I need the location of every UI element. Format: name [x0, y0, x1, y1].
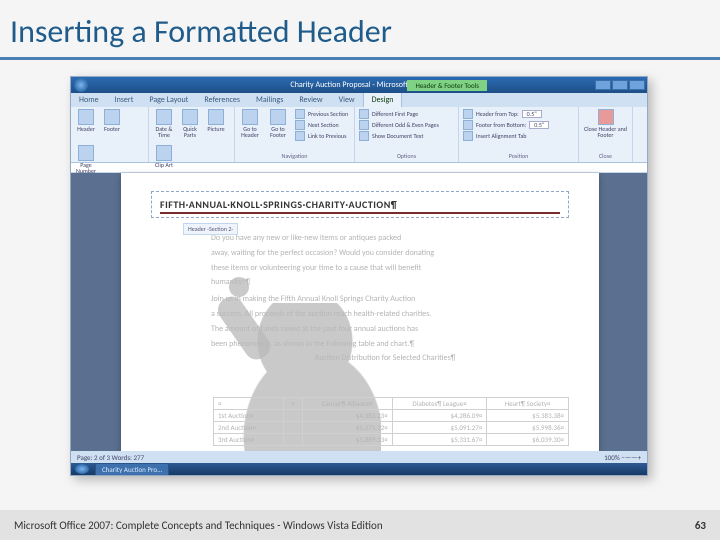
link-previous-button[interactable]: Link to Previous — [295, 131, 348, 141]
footer-text: Microsoft Office 2007: Complete Concepts… — [14, 519, 383, 532]
window-titlebar: Charity Auction Proposal - Microsoft Wor… — [71, 77, 647, 93]
previous-section-button[interactable]: Previous Section — [295, 109, 348, 119]
table-row: 1st Auction¤$4,383.23¤$4,286.09¤$5,383.3… — [214, 410, 569, 422]
header-section-tag: Header -Section 2- — [183, 223, 238, 235]
goto-header-icon — [242, 109, 258, 125]
date-time-button[interactable]: Date & Time — [153, 109, 175, 141]
group-options: Different First Page Different Odd & Eve… — [355, 107, 459, 162]
group-navigation: Go to Header Go to Footer Previous Secti… — [235, 107, 355, 162]
document-area[interactable]: FIFTH·ANNUAL·KNOLL·SPRINGS·CHARITY·AUCTI… — [71, 173, 647, 465]
tab-page-layout[interactable]: Page Layout — [141, 93, 196, 107]
checkbox-icon — [359, 131, 369, 141]
group-close: Close Header and Footer Close — [579, 107, 633, 162]
vista-taskbar: Charity Auction Pro... — [71, 463, 647, 475]
minimize-button[interactable] — [595, 80, 611, 90]
spacing-icon — [463, 109, 473, 119]
word-screenshot: Charity Auction Proposal - Microsoft Wor… — [70, 76, 648, 476]
body-line: these items or volunteering your time to… — [211, 262, 559, 275]
diff-first-page-check[interactable]: Different First Page — [359, 109, 454, 119]
picture-button[interactable]: Picture — [205, 109, 227, 141]
table-header: Heart¶ Society¤ — [487, 398, 569, 410]
taskbar-button[interactable]: Charity Auction Pro... — [95, 463, 169, 476]
spacing-icon — [463, 120, 473, 130]
body-line: away, waiting for the perfect occasion? … — [211, 247, 559, 260]
next-section-button[interactable]: Next Section — [295, 120, 348, 130]
tab-review[interactable]: Review — [291, 93, 330, 107]
show-doc-text-check[interactable]: Show Document Text — [359, 131, 454, 141]
clip-art-icon — [156, 145, 172, 161]
group-position: Header from Top:0.5" Footer from Bottom:… — [459, 107, 579, 162]
goto-footer-icon — [270, 109, 286, 125]
tab-references[interactable]: References — [196, 93, 248, 107]
slide-title: Inserting a Formatted Header — [0, 0, 720, 60]
maximize-button[interactable] — [612, 80, 628, 90]
page: FIFTH·ANNUAL·KNOLL·SPRINGS·CHARITY·AUCTI… — [121, 173, 599, 473]
table-row: 2nd Auction¤$5,271.12¤$5,091.27¤$5,998.3… — [214, 422, 569, 434]
tab-home[interactable]: Home — [71, 93, 107, 107]
slide-footer: Microsoft Office 2007: Complete Concepts… — [0, 510, 720, 540]
watermark-fist — [229, 277, 249, 297]
footer-button[interactable]: Footer — [101, 109, 123, 141]
auction-table: ¤ ¤ Cancer¶ Alliance¤ Diabetes¶ League¤ … — [213, 397, 569, 446]
tab-design[interactable]: Design — [363, 92, 403, 107]
prev-icon — [295, 109, 305, 119]
ribbon-tab-strip: Home Insert Page Layout References Maili… — [71, 93, 647, 107]
table-header: Cancer¶ Alliance¤ — [302, 398, 392, 410]
tab-view[interactable]: View — [331, 93, 363, 107]
close-button[interactable] — [629, 80, 645, 90]
page-number-icon — [78, 145, 94, 161]
tab-insert[interactable]: Insert — [107, 93, 142, 107]
ribbon: Header Footer Page Number Header & Foote… — [71, 107, 647, 163]
checkbox-icon — [359, 120, 369, 130]
start-button[interactable] — [75, 464, 89, 474]
goto-footer-button[interactable]: Go to Footer — [267, 109, 289, 141]
status-left: Page: 2 of 3 Words: 277 — [77, 453, 144, 462]
table-header: ¤ — [284, 398, 303, 410]
next-icon — [295, 120, 305, 130]
table-header-row: ¤ ¤ Cancer¶ Alliance¤ Diabetes¶ League¤ … — [214, 398, 569, 410]
group-header-footer: Header Footer Page Number Header & Foote… — [71, 107, 149, 162]
footer-icon — [104, 109, 120, 125]
slide-page-number: 63 — [695, 519, 706, 532]
goto-header-button[interactable]: Go to Header — [239, 109, 261, 141]
insert-alignment-tab[interactable]: Insert Alignment Tab — [463, 131, 574, 141]
status-bar: Page: 2 of 3 Words: 277 100% –——+ — [71, 451, 647, 463]
header-button[interactable]: Header — [75, 109, 97, 141]
body-line: humanity?¶ — [211, 276, 559, 289]
window-buttons — [595, 80, 645, 90]
body-line: Do you have any new or like-new items or… — [211, 232, 559, 245]
status-right[interactable]: 100% –——+ — [604, 453, 641, 462]
close-header-footer-button[interactable]: Close Header and Footer — [583, 109, 628, 141]
tab-icon — [463, 131, 473, 141]
header-icon — [78, 109, 94, 125]
footer-from-bottom[interactable]: Footer from Bottom:0.5" — [463, 120, 574, 130]
header-edit-box[interactable]: FIFTH·ANNUAL·KNOLL·SPRINGS·CHARITY·AUCTI… — [151, 191, 569, 218]
office-orb-icon[interactable] — [74, 78, 88, 92]
table-header: ¤ — [214, 398, 284, 410]
quick-parts-button[interactable]: Quick Parts — [179, 109, 201, 141]
group-insert: Date & Time Quick Parts Picture Clip Art… — [149, 107, 235, 162]
header-from-top[interactable]: Header from Top:0.5" — [463, 109, 574, 119]
group-label: Position — [463, 152, 574, 160]
picture-icon — [208, 109, 224, 125]
link-icon — [295, 131, 305, 141]
diff-odd-even-check[interactable]: Different Odd & Even Pages — [359, 120, 454, 130]
group-label: Options — [359, 152, 454, 160]
group-label: Navigation — [239, 152, 350, 160]
checkbox-icon — [359, 109, 369, 119]
table-header: Diabetes¶ League¤ — [392, 398, 487, 410]
clock-icon — [156, 109, 172, 125]
group-label: Close — [583, 152, 628, 160]
table-row: 3rd Auction¤$5,889.33¤$5,331.67¤$6,039.3… — [214, 434, 569, 446]
context-tab-label: Header & Footer Tools — [407, 80, 487, 91]
close-icon — [598, 109, 614, 125]
parts-icon — [182, 109, 198, 125]
tab-mailings[interactable]: Mailings — [248, 93, 291, 107]
